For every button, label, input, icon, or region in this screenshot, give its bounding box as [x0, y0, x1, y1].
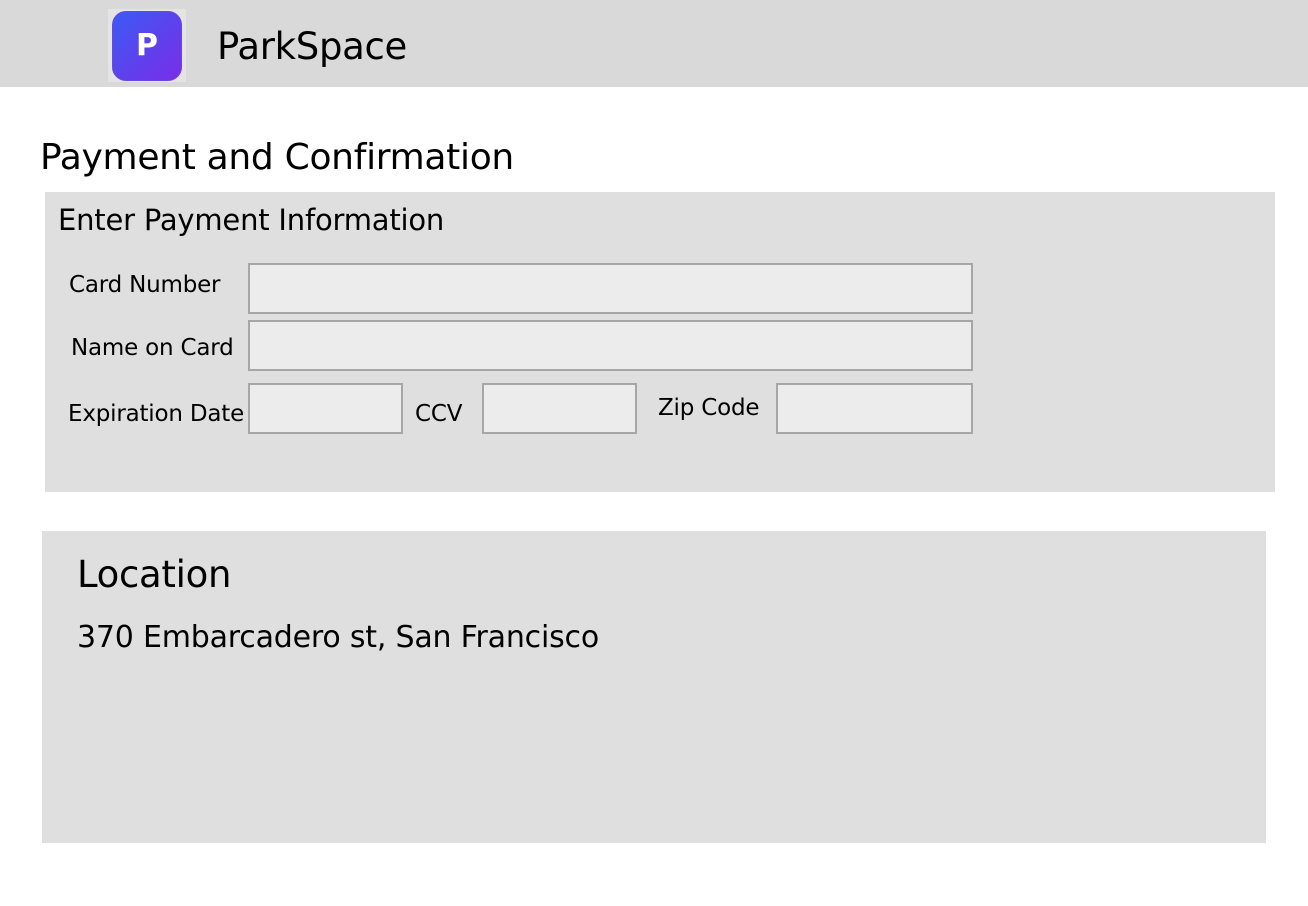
card-number-input[interactable]: [248, 263, 973, 314]
payment-panel-heading: Enter Payment Information: [58, 203, 445, 237]
zip-code-label: Zip Code: [658, 395, 760, 421]
app-title: ParkSpace: [217, 25, 408, 68]
name-on-card-label: Name on Card: [71, 335, 234, 361]
zip-code-input[interactable]: [776, 383, 973, 434]
name-on-card-input[interactable]: [248, 320, 973, 371]
location-panel: Location 370 Embarcadero st, San Francis…: [42, 531, 1266, 843]
ccv-label: CCV: [415, 401, 463, 427]
payment-info-panel: Enter Payment Information Card Number Na…: [45, 192, 1275, 492]
location-heading: Location: [77, 553, 232, 596]
expiration-date-label: Expiration Date: [68, 401, 245, 427]
card-number-label: Card Number: [69, 272, 221, 298]
logo-letter: P: [136, 28, 158, 63]
location-address: 370 Embarcadero st, San Francisco: [77, 620, 599, 655]
app-header: P ParkSpace: [0, 0, 1308, 87]
ccv-input[interactable]: [482, 383, 637, 434]
parkspace-logo-icon: P: [112, 10, 182, 81]
page-title: Payment and Confirmation: [40, 137, 514, 178]
app-logo-container[interactable]: P: [108, 9, 186, 82]
expiration-date-input[interactable]: [248, 383, 403, 434]
